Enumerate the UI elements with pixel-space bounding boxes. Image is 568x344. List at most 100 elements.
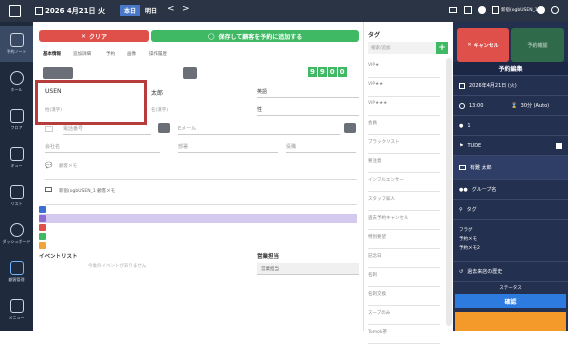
- staff-memo[interactable]: 新宿(ogbUSEN_1 顧客メモ: [45, 185, 357, 205]
- first-name-field[interactable]: 太郎: [151, 88, 163, 97]
- tag-scrollbar[interactable]: [446, 58, 452, 326]
- tag-item[interactable]: 会員: [368, 115, 440, 135]
- customer-icon: [9, 261, 24, 275]
- job-title-input[interactable]: 役職: [286, 143, 356, 153]
- user-icon[interactable]: [537, 6, 545, 14]
- lock-icon[interactable]: [556, 142, 562, 149]
- edit-icon: [9, 33, 24, 47]
- last-name-field[interactable]: USEN: [45, 88, 61, 95]
- save-and-add-button[interactable]: ◯ 保存して顧客を予約に追加する: [151, 30, 359, 42]
- ok-button[interactable]: 確認: [455, 294, 566, 308]
- phone-icon[interactable]: [158, 123, 170, 133]
- today-button[interactable]: 本日: [120, 5, 141, 16]
- prev-arrow-icon[interactable]: <: [167, 4, 175, 14]
- memo-block[interactable]: フラグ 予約メモ 予約メモ2: [453, 220, 568, 262]
- guest-count[interactable]: ● 1: [453, 116, 568, 136]
- name-highlight: [35, 80, 147, 125]
- sidebar-item-queue[interactable]: キュー: [0, 140, 33, 176]
- tag-item[interactable]: ブラックリスト: [368, 134, 440, 154]
- tag-item[interactable]: スープのみ: [368, 305, 440, 325]
- sidebar-item-list[interactable]: リスト: [0, 178, 33, 214]
- flag-row[interactable]: [39, 232, 357, 241]
- flag-row[interactable]: [39, 241, 357, 250]
- orange-flag-icon: [39, 242, 46, 249]
- customer-memo[interactable]: 💬 顧客メモ: [45, 160, 357, 180]
- company-input[interactable]: 会社名: [45, 143, 160, 153]
- tag-item[interactable]: VIP★★: [368, 77, 440, 97]
- sidebar-item-hall[interactable]: ホール: [0, 64, 33, 100]
- language-select[interactable]: 英語: [257, 86, 359, 98]
- tag-item[interactable]: 名刺交換: [368, 286, 440, 306]
- tag-search-input[interactable]: 検索/追加: [368, 42, 436, 54]
- tag-item[interactable]: 過去予約キャンセル: [368, 210, 440, 230]
- tomorrow-button[interactable]: 明日: [145, 6, 157, 15]
- department-input[interactable]: 部署: [178, 143, 278, 153]
- customer-form: ✕ クリア ◯ 保存して顧客を予約に追加する 基本情報 追加詳細 予約 画像 操作履…: [33, 22, 363, 331]
- flag-list: [39, 205, 357, 268]
- tag-item[interactable]: VIP★★★: [368, 96, 440, 116]
- sidebar-item-customers[interactable]: 顧客管理: [0, 254, 33, 290]
- tab-images[interactable]: 画像: [127, 51, 136, 57]
- mail-icon[interactable]: [449, 7, 457, 13]
- next-arrow-icon[interactable]: >: [182, 4, 190, 14]
- date-label[interactable]: 2026 4月21日 火: [45, 6, 105, 16]
- store-icon: [492, 6, 499, 14]
- blue-flag-icon: [39, 206, 46, 213]
- floor-icon: [9, 109, 24, 123]
- tag-item[interactable]: Tomok茶: [368, 324, 440, 344]
- sidebar-item-dashboard[interactable]: ダッシュボード: [0, 216, 33, 252]
- sales-select[interactable]: 営業担当: [257, 263, 359, 275]
- tag-item[interactable]: インフルエンサー: [368, 172, 440, 192]
- add-tag-button[interactable]: +: [436, 42, 448, 54]
- cancel-button[interactable]: ✕ キャンセル: [457, 28, 509, 62]
- flag-icon[interactable]: [45, 126, 53, 132]
- close-icon: ✕: [80, 32, 86, 40]
- gender-select[interactable]: 性: [257, 104, 359, 116]
- bottom-action-button[interactable]: [455, 312, 566, 331]
- print-icon[interactable]: [464, 6, 472, 14]
- tab-reservations[interactable]: 予約: [106, 51, 115, 57]
- sidebar-item-floor[interactable]: フロア: [0, 102, 33, 138]
- purple-flag-icon: [39, 215, 46, 222]
- clear-button[interactable]: ✕ クリア: [39, 30, 149, 42]
- visit-history[interactable]: ↺ 過去来店の歴史: [453, 262, 568, 282]
- sidebar-item-menu[interactable]: メニュー: [0, 292, 33, 328]
- seat-select[interactable]: ⚑ TUDE: [453, 136, 568, 156]
- tag-field[interactable]: ⚲ タグ: [453, 200, 568, 220]
- tab-basic[interactable]: 基本情報: [43, 51, 61, 57]
- tag-item[interactable]: 名刺: [368, 267, 440, 287]
- sidebar-item-reserve[interactable]: 予約ノート: [0, 26, 33, 62]
- check-circle-icon: ◯: [207, 32, 215, 40]
- tab-details[interactable]: 追加詳細: [73, 51, 91, 57]
- tag-item[interactable]: 記念日: [368, 248, 440, 268]
- tag-item[interactable]: 要注意: [368, 153, 440, 173]
- queue-icon: [9, 147, 24, 161]
- tab-history[interactable]: 操作履歴: [149, 51, 167, 57]
- hourglass-icon: ⌛: [511, 102, 518, 109]
- close-icon: ✕: [467, 42, 472, 48]
- help-icon[interactable]: [478, 6, 486, 14]
- tag-item[interactable]: VIP★: [368, 58, 440, 78]
- flag-row[interactable]: [39, 214, 357, 223]
- tags-title: タグ: [368, 32, 381, 39]
- flag-row[interactable]: [39, 223, 357, 232]
- edit-tools[interactable]: [43, 67, 73, 79]
- phone-input[interactable]: 電話番号: [63, 125, 151, 135]
- dashboard-icon: [9, 223, 24, 237]
- store-name[interactable]: 新宿(ogbUSEN_1: [501, 7, 538, 13]
- flag-row[interactable]: [39, 205, 357, 214]
- customer-name[interactable]: 有難 太郎: [453, 156, 568, 180]
- tag-item[interactable]: 特別要望: [368, 229, 440, 249]
- expand-icon[interactable]: [9, 5, 21, 17]
- email-input[interactable]: Eメール: [178, 125, 340, 135]
- group-name[interactable]: ●● グループ名: [453, 180, 568, 200]
- microphone-button[interactable]: [183, 67, 197, 79]
- reservation-date[interactable]: 2026年4月21日 (火): [453, 76, 568, 96]
- confirm-reservation-button[interactable]: 予約確認: [511, 28, 564, 62]
- red-flag-icon: [39, 224, 46, 231]
- tag-item[interactable]: スタッフ知人: [368, 191, 440, 211]
- settings-icon[interactable]: [551, 6, 559, 14]
- reservation-time[interactable]: 13:00 ⌛ 30分 (Auto): [453, 96, 568, 116]
- mail-send-icon[interactable]: [344, 123, 356, 133]
- status-label: ステータス: [499, 286, 522, 291]
